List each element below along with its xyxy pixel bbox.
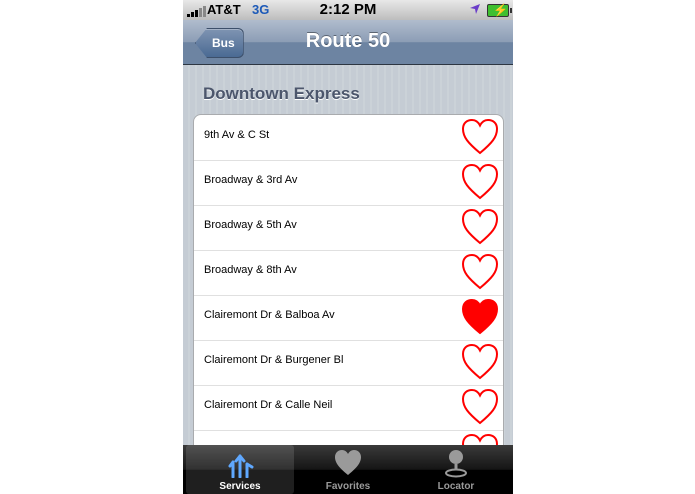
locator-icon xyxy=(445,450,467,478)
stop-name: Clairemont Dr & Balboa Av xyxy=(204,309,335,321)
battery-icon: ⚡ xyxy=(487,3,512,17)
stop-name: Clairemont Dr & Calle Neil xyxy=(204,399,333,411)
favorite-heart-outline-icon[interactable] xyxy=(460,342,500,382)
navigation-bar: Bus Route 50 xyxy=(183,20,513,65)
location-arrow-icon xyxy=(470,4,480,14)
stop-name: Broadway & 8th Av xyxy=(204,264,297,276)
services-icon xyxy=(228,454,254,478)
tab-services[interactable]: Services xyxy=(186,445,294,494)
status-time: 2:12 PM xyxy=(319,1,377,18)
section-header: Downtown Express xyxy=(203,84,360,103)
stop-row[interactable]: Broadway & 5th Av xyxy=(194,205,503,251)
content-area[interactable]: Downtown Express 9th Av & C St Broadway &… xyxy=(183,65,513,456)
favorites-heart-icon xyxy=(335,450,361,475)
stop-name: Broadway & 5th Av xyxy=(204,219,297,231)
tab-label: Services xyxy=(219,481,261,492)
favorite-heart-outline-icon[interactable] xyxy=(460,252,500,292)
page-title: Route 50 xyxy=(305,30,391,52)
stop-row[interactable]: Broadway & 3rd Av xyxy=(194,160,503,206)
stops-table: 9th Av & C St Broadway & 3rd Av Broadway &… xyxy=(193,114,504,456)
favorite-heart-filled-icon[interactable] xyxy=(460,297,500,337)
stop-row[interactable]: Clairemont Dr & Burgener Bl xyxy=(194,340,503,386)
favorite-heart-outline-icon[interactable] xyxy=(460,117,500,157)
status-bar: AT&T 3G 2:12 PM ⚡ xyxy=(183,0,513,20)
stop-row[interactable]: 9th Av & C St xyxy=(194,115,503,161)
favorite-heart-outline-icon[interactable] xyxy=(460,207,500,247)
stop-row[interactable]: Clairemont Dr & Calle Neil xyxy=(194,385,503,431)
tab-label: Locator xyxy=(437,481,475,492)
stop-name: 9th Av & C St xyxy=(204,129,270,141)
stop-row[interactable]: Broadway & 8th Av xyxy=(194,250,503,296)
favorite-heart-outline-icon[interactable] xyxy=(460,162,500,202)
stop-name: Clairemont Dr & Burgener Bl xyxy=(204,354,344,366)
favorite-heart-outline-icon[interactable] xyxy=(460,387,500,427)
stop-row[interactable]: Clairemont Dr & Balboa Av xyxy=(194,295,503,341)
phone-screen: AT&T 3G 2:12 PM ⚡ Bus Route 50 Downtown … xyxy=(183,0,513,494)
stop-name: Broadway & 3rd Av xyxy=(204,174,298,186)
tab-locator[interactable]: Locator xyxy=(402,445,510,494)
tab-label: Favorites xyxy=(325,481,371,492)
tab-bar: Services Favorites Locator xyxy=(183,445,513,494)
tab-favorites[interactable]: Favorites xyxy=(294,445,402,494)
